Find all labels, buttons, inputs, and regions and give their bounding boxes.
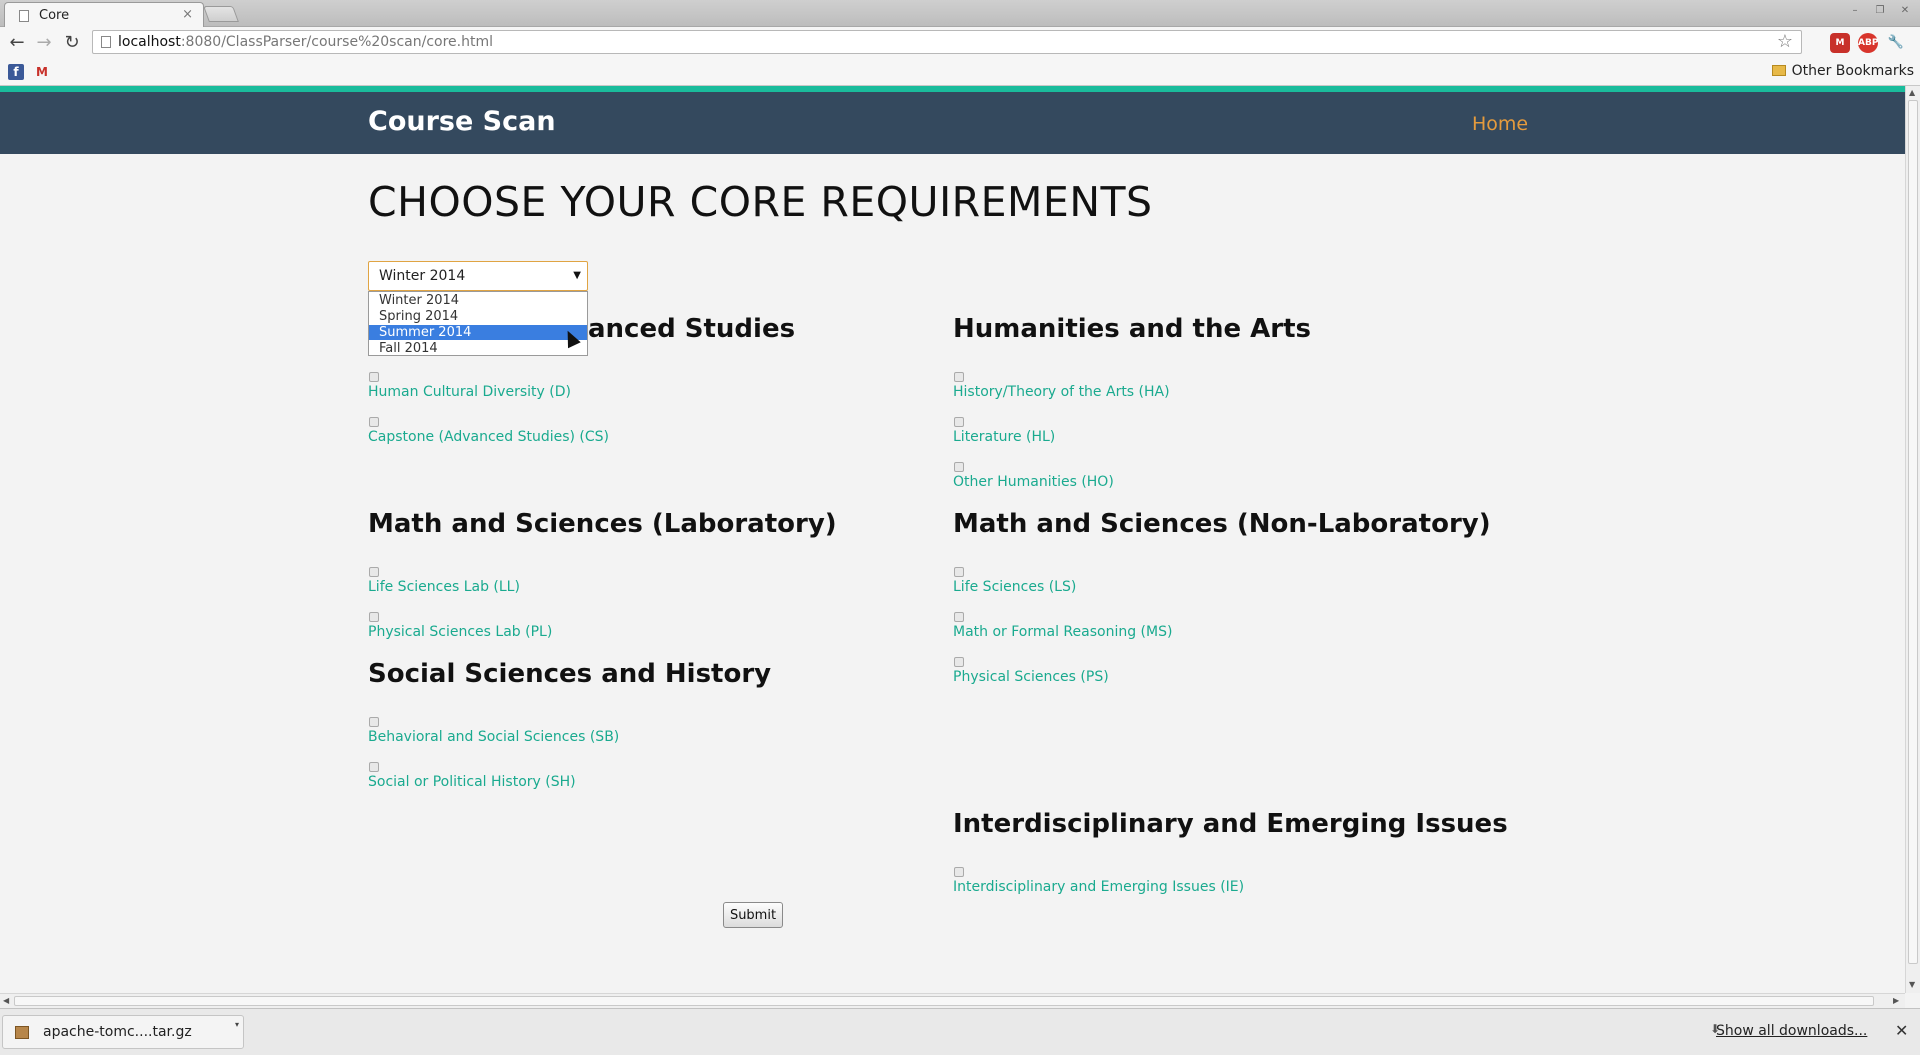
checkbox-hl[interactable] <box>954 417 964 427</box>
checkbox-ie[interactable] <box>954 867 964 877</box>
gmail-icon[interactable]: M <box>34 64 50 80</box>
downloads-shelf: apache-tomc....tar.gz ▾ ⬇ Show all downl… <box>0 1008 1920 1055</box>
scroll-down-icon[interactable]: ▼ <box>1909 980 1915 989</box>
requirement-link-cs[interactable]: Capstone (Advanced Studies) (CS) <box>368 429 609 445</box>
show-all-downloads-link[interactable]: Show all downloads... <box>1716 1023 1867 1039</box>
minimize-icon[interactable]: – <box>1846 3 1864 18</box>
requirement-link-ha[interactable]: History/Theory of the Arts (HA) <box>953 384 1170 400</box>
checkbox-sh[interactable] <box>369 762 379 772</box>
requirement-link-ps[interactable]: Physical Sciences (PS) <box>953 669 1109 685</box>
scroll-left-icon[interactable]: ◀ <box>3 996 9 1005</box>
site-brand[interactable]: Course Scan <box>368 106 556 137</box>
checkbox-ha[interactable] <box>954 372 964 382</box>
term-select[interactable]: Winter 2014 ▼ <box>368 261 588 291</box>
term-option-fall-2014[interactable]: Fall 2014 <box>369 341 587 356</box>
requirement-link-ie[interactable]: Interdisciplinary and Emerging Issues (I… <box>953 879 1244 895</box>
dropdown-arrow-icon: ▼ <box>573 270 581 281</box>
forward-icon[interactable]: → <box>32 31 56 55</box>
bookmarks-bar: f M Other Bookmarks <box>0 58 1920 86</box>
back-icon[interactable]: ← <box>5 31 29 55</box>
wrench-icon[interactable]: 🔧 <box>1886 33 1906 53</box>
vertical-scrollbar[interactable]: ▲ ▼ <box>1905 86 1920 993</box>
folder-icon <box>1771 65 1786 76</box>
maximize-icon[interactable]: ❐ <box>1871 3 1889 18</box>
page-icon <box>19 10 29 22</box>
term-option-winter-2014[interactable]: Winter 2014 <box>369 293 587 308</box>
package-icon <box>15 1026 29 1039</box>
browser-toolbar: ← → ↻ localhost:8080/ClassParser/course%… <box>0 27 1920 58</box>
requirement-link-ls[interactable]: Life Sciences (LS) <box>953 579 1076 595</box>
bookmark-star-icon[interactable]: ☆ <box>1777 31 1793 52</box>
term-option-spring-2014[interactable]: Spring 2014 <box>369 309 587 324</box>
gmail-extension-icon[interactable]: M <box>1830 33 1850 53</box>
scroll-right-icon[interactable]: ▶ <box>1893 996 1899 1005</box>
reload-icon[interactable]: ↻ <box>60 31 84 55</box>
section-title-social: Social Sciences and History <box>368 659 772 689</box>
page-icon <box>101 36 111 48</box>
requirement-link-d[interactable]: Human Cultural Diversity (D) <box>368 384 571 400</box>
checkbox-ll[interactable] <box>369 567 379 577</box>
tab-strip: Core × – ❐ ✕ <box>0 0 1920 28</box>
checkbox-cs[interactable] <box>369 417 379 427</box>
facebook-icon[interactable]: f <box>8 64 24 80</box>
section-title-humanities: Humanities and the Arts <box>953 314 1312 344</box>
section-title-math-nonlab: Math and Sciences (Non-Laboratory) <box>953 509 1491 539</box>
page-title: CHOOSE YOUR CORE REQUIREMENTS <box>368 178 1153 226</box>
requirement-link-sh[interactable]: Social or Political History (SH) <box>368 774 576 790</box>
url-text: localhost:8080/ClassParser/course%20scan… <box>118 34 494 50</box>
requirement-link-ll[interactable]: Life Sciences Lab (LL) <box>368 579 520 595</box>
horizontal-scrollbar[interactable]: ◀ ▶ <box>0 993 1905 1008</box>
requirement-link-ho[interactable]: Other Humanities (HO) <box>953 474 1114 490</box>
section-title-advanced-studies: anced Studies <box>588 314 796 344</box>
download-filename: apache-tomc....tar.gz <box>43 1024 192 1040</box>
shelf-close-icon[interactable]: ✕ <box>1895 1021 1908 1040</box>
scroll-up-icon[interactable]: ▲ <box>1909 88 1915 97</box>
nav-home-link[interactable]: Home <box>1472 113 1528 135</box>
adblock-icon[interactable]: ABP <box>1858 33 1878 53</box>
checkbox-ms[interactable] <box>954 612 964 622</box>
other-bookmarks[interactable]: Other Bookmarks <box>1771 63 1914 79</box>
checkbox-pl[interactable] <box>369 612 379 622</box>
vertical-scroll-thumb[interactable] <box>1908 100 1918 964</box>
checkbox-ls[interactable] <box>954 567 964 577</box>
term-dropdown-list: Winter 2014 Spring 2014 Summer 2014 Fall… <box>368 291 588 356</box>
address-bar[interactable]: localhost:8080/ClassParser/course%20scan… <box>92 30 1802 54</box>
tab-close-icon[interactable]: × <box>182 7 193 22</box>
window-close-icon[interactable]: ✕ <box>1896 3 1914 18</box>
section-title-interdisciplinary: Interdisciplinary and Emerging Issues <box>953 809 1508 839</box>
download-item[interactable]: apache-tomc....tar.gz ▾ <box>2 1015 244 1049</box>
download-menu-icon[interactable]: ▾ <box>235 1020 239 1029</box>
requirement-link-sb[interactable]: Behavioral and Social Sciences (SB) <box>368 729 619 745</box>
checkbox-d[interactable] <box>369 372 379 382</box>
requirement-link-ms[interactable]: Math or Formal Reasoning (MS) <box>953 624 1172 640</box>
checkbox-sb[interactable] <box>369 717 379 727</box>
submit-button[interactable]: Submit <box>723 902 783 928</box>
tab-core[interactable]: Core × <box>4 2 204 28</box>
new-tab-button[interactable] <box>203 6 239 22</box>
horizontal-scroll-thumb[interactable] <box>14 996 1874 1006</box>
site-navbar: Course Scan Home <box>0 92 1905 154</box>
tab-title: Core <box>39 8 70 23</box>
term-select-value: Winter 2014 <box>379 268 466 284</box>
section-title-math-lab: Math and Sciences (Laboratory) <box>368 509 837 539</box>
checkbox-ho[interactable] <box>954 462 964 472</box>
term-option-summer-2014[interactable]: Summer 2014 <box>369 325 587 340</box>
requirement-link-hl[interactable]: Literature (HL) <box>953 429 1055 445</box>
requirement-link-pl[interactable]: Physical Sciences Lab (PL) <box>368 624 552 640</box>
page-viewport: Course Scan Home CHOOSE YOUR CORE REQUIR… <box>0 86 1905 993</box>
checkbox-ps[interactable] <box>954 657 964 667</box>
